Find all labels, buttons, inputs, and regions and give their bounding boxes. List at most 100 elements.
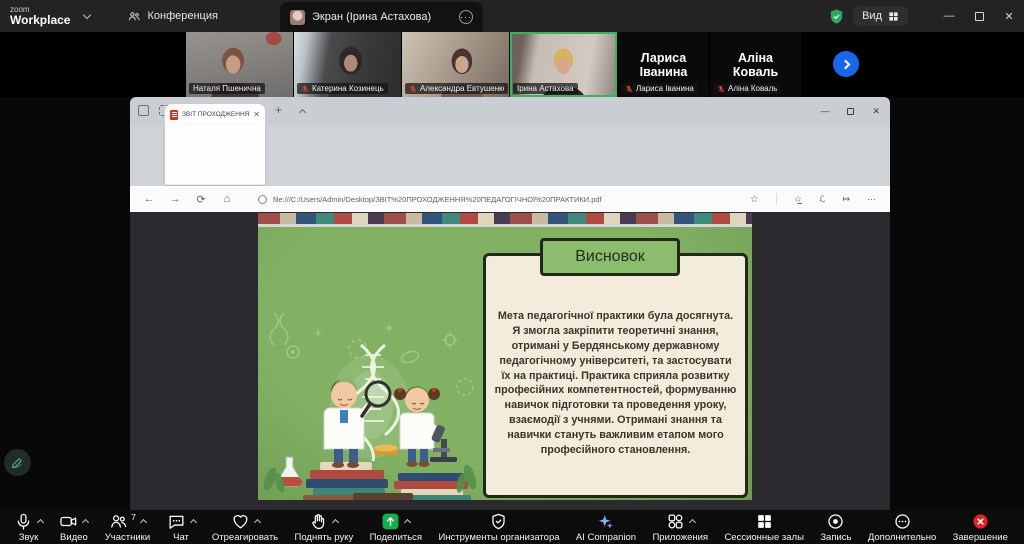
chevron-up-icon[interactable] [37, 519, 44, 526]
bookmark-star-icon[interactable]: ☆ [750, 194, 759, 205]
tab-list-chevron-icon[interactable] [299, 109, 306, 116]
browser-essentials-icon[interactable]: ℒ [819, 194, 825, 205]
security-shield-icon[interactable] [828, 8, 845, 25]
video-tile[interactable]: Лариса Іванина Лариса Іванина [618, 32, 709, 97]
toolbar-end-meeting[interactable]: Завершение [953, 512, 1008, 543]
avatar [290, 10, 305, 25]
heart-icon [231, 512, 250, 531]
toolbar-breakout-rooms[interactable]: Сессионные залы [724, 512, 804, 543]
toolbar-ai-companion[interactable]: AI Companion [576, 512, 636, 543]
maximize-button[interactable] [964, 0, 994, 32]
home-icon[interactable]: ⌂ [214, 193, 240, 205]
browser-menu-icon[interactable]: ⋯ [867, 194, 876, 205]
previous-page-edge [258, 213, 752, 224]
toolbar-raise-hand[interactable]: Поднять руку [295, 512, 354, 543]
chevron-up-icon[interactable] [404, 519, 411, 526]
participant-name-label: Наталя Пшенична [189, 83, 265, 94]
browser-maximize-button[interactable] [847, 108, 854, 115]
chat-icon [167, 512, 186, 531]
video-tile[interactable]: Катерина Козинець [294, 32, 401, 97]
chevron-up-icon[interactable] [253, 519, 260, 526]
video-tile[interactable]: Ірина Астахова [510, 32, 617, 97]
participant-name: Лариса Іванина [618, 51, 709, 79]
toolbar-button-label: Инструменты организатора [438, 532, 559, 543]
minimize-button[interactable]: — [934, 0, 964, 32]
video-tile[interactable]: Аліна Коваль Аліна Коваль [710, 32, 801, 97]
toolbar-more[interactable]: Дополнительно [868, 512, 936, 543]
workspaces-icon[interactable] [138, 105, 149, 116]
participant-name-label: Лариса Іванина [621, 83, 698, 94]
apps-icon [666, 512, 685, 531]
browser-close-button[interactable]: ✕ [872, 106, 880, 117]
more-icon [893, 512, 912, 531]
participant-name-label: Аліна Коваль [713, 83, 781, 94]
tab-meeting[interactable]: Конференция [128, 10, 217, 23]
browser-minimize-button[interactable]: — [820, 106, 829, 116]
toolbar-record[interactable]: Запись [820, 512, 851, 543]
back-icon[interactable]: ← [136, 193, 162, 205]
chevron-up-icon[interactable] [689, 519, 696, 526]
pdf-viewer[interactable]: Висновок Мета педагогічної практики була… [130, 212, 890, 510]
titlebar: zoom Workplace Конференция Экран (Ірина … [0, 0, 1024, 32]
new-tab-button[interactable]: + [275, 103, 282, 117]
toolbar-button-label: Запись [820, 532, 851, 543]
camera-icon [59, 512, 78, 531]
video-tile[interactable]: Наталя Пшенична [186, 32, 293, 97]
tab-hover-card [165, 125, 265, 185]
annotation-button[interactable] [4, 449, 31, 476]
toolbar-apps[interactable]: Приложения [652, 512, 708, 543]
forward-icon[interactable]: → [162, 193, 188, 205]
toolbar-microphone[interactable]: Звук [14, 512, 43, 543]
raise-hand-icon [309, 512, 328, 531]
chevron-up-icon[interactable] [140, 519, 147, 526]
pdf-file-icon [170, 110, 178, 120]
toolbar-host-tools-shield[interactable]: Инструменты организатора [438, 512, 559, 543]
next-videos-button[interactable] [833, 51, 859, 77]
shared-screen: ЗВІТ ПРОХОДЖЕННЯ Г ✕ + — ✕ ← → ⟳ ⌂ [0, 97, 1024, 510]
chevron-up-icon[interactable] [82, 519, 89, 526]
tab-screen-share[interactable]: Экран (Ірина Астахова) ··· [280, 2, 483, 32]
page-info-icon[interactable] [258, 195, 267, 204]
chevron-up-icon[interactable] [189, 519, 196, 526]
view-button[interactable]: Вид [853, 6, 908, 26]
toolbar-button-label: Завершение [953, 532, 1008, 543]
refresh-icon[interactable]: ⟳ [188, 193, 214, 206]
mic-muted-icon [301, 85, 309, 93]
meeting-people-icon [128, 10, 141, 23]
browser-tab-pdf[interactable]: ЗВІТ ПРОХОДЖЕННЯ Г ✕ [165, 104, 265, 125]
tab-options-icon[interactable]: ··· [459, 10, 473, 24]
participants-count-badge: 7 [131, 512, 136, 522]
toolbar-participants[interactable]: 7 Участники [105, 512, 150, 543]
toolbar-share-screen[interactable]: Поделиться [370, 512, 422, 543]
toolbar-button-label: Участники [105, 532, 150, 543]
chevron-up-icon[interactable] [332, 519, 339, 526]
browser-address-bar: ← → ⟳ ⌂ file:///C:/Users/Admin/Desktop/З… [130, 186, 890, 212]
url-field[interactable]: file:///C:/Users/Admin/Desktop/ЗВІТ%20ПР… [258, 195, 742, 204]
chevron-down-icon[interactable] [83, 11, 91, 19]
video-tile[interactable]: Александра Евтушенко [402, 32, 509, 97]
toolbar-button-label: AI Companion [576, 532, 636, 543]
toolbar-button-label: Отреагировать [212, 532, 278, 543]
slide-title: Висновок [575, 248, 645, 266]
toolbar-heart[interactable]: Отреагировать [212, 512, 278, 543]
share-page-icon[interactable]: ↦ [842, 194, 850, 205]
toolbar-camera[interactable]: Видео [59, 512, 88, 543]
mic-muted-icon [409, 85, 417, 93]
participants-icon [109, 512, 128, 531]
share-screen-icon [381, 512, 400, 531]
toolbar-button-label: Поделиться [370, 532, 422, 543]
favorites-bar-icon[interactable]: ☆̲ [794, 194, 802, 205]
pencil-icon [11, 456, 24, 469]
toolbar-chat[interactable]: Чат [167, 512, 196, 543]
end-meeting-icon [971, 512, 990, 531]
close-button[interactable]: ✕ [994, 0, 1024, 32]
meeting-toolbar: Звук Видео 7 Участники Чат Отреагировать Подня… [0, 510, 1024, 544]
toolbar-button-label: Дополнительно [868, 532, 936, 543]
tab-close-icon[interactable]: ✕ [253, 110, 260, 119]
toolbar-button-label: Приложения [652, 532, 708, 543]
toolbar-button-label: Сессионные залы [724, 532, 804, 543]
science-kids-illustration [258, 227, 483, 500]
participant-name-label: Катерина Козинець [297, 83, 388, 94]
participant-name: Аліна Коваль [710, 51, 801, 79]
slide-page: Висновок Мета педагогічної практики була… [258, 227, 752, 500]
